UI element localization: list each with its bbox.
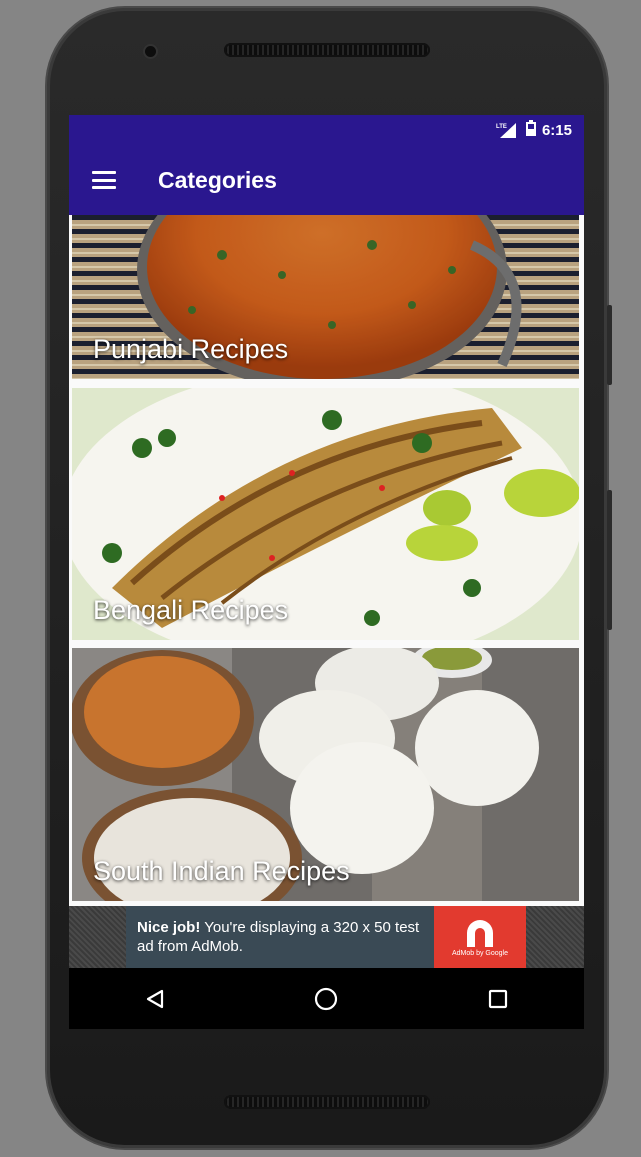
back-icon	[146, 989, 163, 1008]
recents-button[interactable]	[468, 974, 528, 1024]
screen: LTE 6:15 Categories Punjabi Recipes Beng…	[69, 115, 584, 1029]
earpiece-speaker	[224, 43, 430, 57]
ad-text: Nice job! You're displaying a 320 x 50 t…	[137, 918, 427, 956]
app-bar: Categories	[69, 145, 584, 215]
test-ad[interactable]: Nice job! You're displaying a 320 x 50 t…	[126, 906, 526, 968]
back-button[interactable]	[125, 974, 185, 1024]
category-card-punjabi[interactable]: Punjabi Recipes	[72, 215, 579, 379]
recents-icon	[489, 989, 508, 1008]
category-label: Punjabi Recipes	[93, 334, 289, 364]
admob-caption: AdMob by Google	[451, 950, 509, 957]
ad-banner: Nice job! You're displaying a 320 x 50 t…	[69, 906, 584, 968]
page-title: Categories	[158, 166, 277, 193]
ad-bold-text: Nice job!	[137, 919, 201, 936]
home-icon	[315, 987, 338, 1010]
battery-icon	[525, 120, 536, 140]
admob-icon	[467, 920, 493, 947]
svg-text:LTE: LTE	[496, 124, 507, 130]
category-card-bengali[interactable]: Bengali Recipes	[72, 388, 579, 640]
category-card-south-indian[interactable]: South Indian Recipes	[72, 648, 579, 901]
volume-button	[607, 305, 612, 385]
lte-signal-icon: LTE	[496, 122, 520, 138]
category-label: Bengali Recipes	[93, 595, 289, 625]
bottom-speaker	[224, 1095, 430, 1109]
admob-logo: AdMob by Google	[434, 906, 526, 968]
menu-icon[interactable]	[92, 171, 116, 189]
status-time: 6:15	[541, 121, 572, 139]
front-camera	[145, 46, 156, 57]
navigation-bar	[69, 968, 584, 1029]
power-button	[607, 490, 612, 630]
category-label: South Indian Recipes	[93, 856, 350, 886]
home-button[interactable]	[296, 974, 356, 1024]
status-bar: LTE 6:15	[69, 115, 584, 145]
